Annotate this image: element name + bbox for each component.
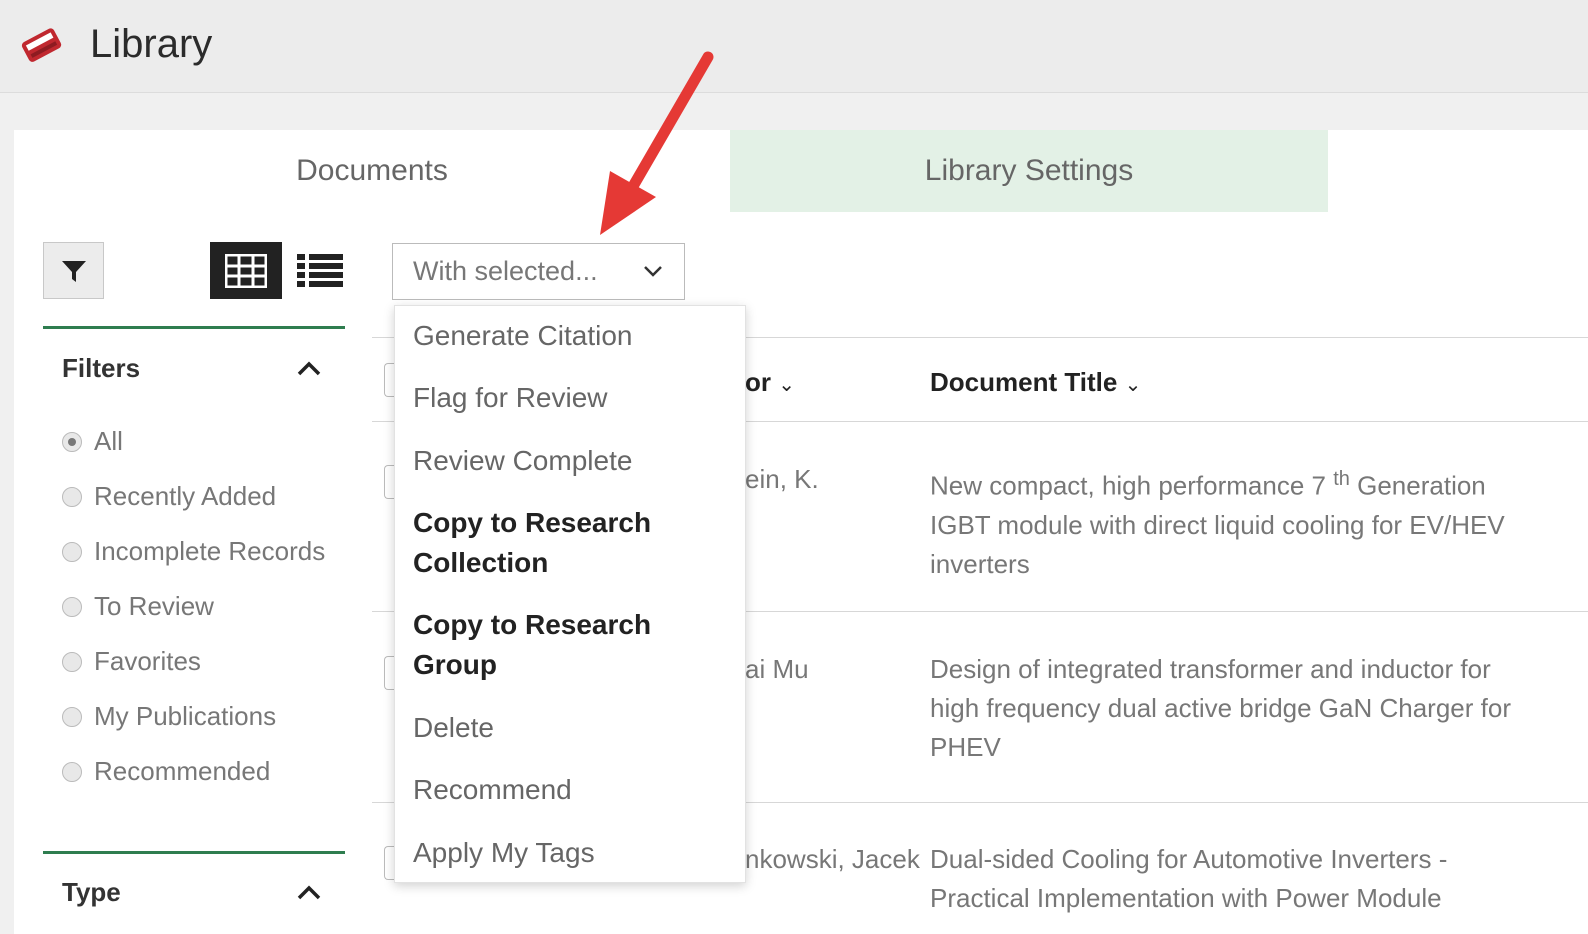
menu-item-review-complete[interactable]: Review Complete bbox=[413, 441, 733, 481]
menu-item-apply-my-tags[interactable]: Apply My Tags bbox=[413, 833, 733, 873]
menu-item-generate-citation[interactable]: Generate Citation bbox=[413, 316, 733, 356]
chevron-up-icon[interactable] bbox=[296, 882, 322, 904]
filter-option-incomplete-records[interactable]: Incomplete Records bbox=[62, 536, 325, 567]
row-title[interactable]: Design of integrated transformer and ind… bbox=[930, 650, 1580, 767]
filter-label: Incomplete Records bbox=[94, 536, 326, 566]
filter-label: Recommended bbox=[94, 756, 271, 786]
menu-item-recommend[interactable]: Recommend bbox=[413, 770, 733, 810]
radio-to-review[interactable] bbox=[62, 596, 82, 617]
radio-favorites[interactable] bbox=[62, 651, 82, 672]
filter-label: Favorites bbox=[94, 646, 201, 676]
type-divider bbox=[43, 851, 345, 854]
menu-item-delete[interactable]: Delete bbox=[413, 708, 733, 748]
grid-view-button[interactable] bbox=[210, 242, 282, 299]
type-title: Type bbox=[62, 877, 121, 907]
row-author: ein, K. bbox=[745, 464, 819, 494]
page-header: Library bbox=[0, 0, 1588, 128]
author-column-header[interactable]: or ⌄ bbox=[745, 367, 795, 398]
list-view-button[interactable] bbox=[290, 242, 350, 299]
with-selected-menu: Generate Citation Flag for Review Review… bbox=[394, 305, 746, 883]
filters-divider bbox=[43, 326, 345, 329]
radio-my-publications[interactable] bbox=[62, 706, 82, 727]
with-selected-label: With selected... bbox=[413, 256, 598, 286]
filter-label: Recently Added bbox=[94, 481, 277, 511]
filter-option-all[interactable]: All bbox=[62, 426, 123, 457]
filter-option-recently-added[interactable]: Recently Added bbox=[62, 481, 276, 512]
tab-library-settings[interactable]: Library Settings bbox=[730, 130, 1328, 212]
filter-icon bbox=[61, 260, 86, 282]
filter-label: To Review bbox=[94, 591, 214, 621]
filter-option-favorites[interactable]: Favorites bbox=[62, 646, 201, 677]
grid-view-icon bbox=[225, 253, 267, 288]
filter-toggle-button[interactable] bbox=[43, 242, 104, 299]
radio-recommended[interactable] bbox=[62, 761, 82, 782]
row-author: ai Mu bbox=[745, 654, 809, 684]
filter-label: My Publications bbox=[94, 701, 277, 731]
with-selected-dropdown[interactable]: With selected... bbox=[392, 243, 685, 300]
list-view-icon bbox=[297, 253, 343, 287]
radio-incomplete-records[interactable] bbox=[62, 541, 82, 562]
filter-option-my-publications[interactable]: My Publications bbox=[62, 701, 276, 732]
row-title[interactable]: Dual-sided Cooling for Automotive Invert… bbox=[930, 840, 1580, 918]
filter-option-recommended[interactable]: Recommended bbox=[62, 756, 270, 787]
filters-title: Filters bbox=[62, 353, 141, 383]
filter-label: All bbox=[94, 426, 123, 456]
book-icon bbox=[21, 28, 62, 62]
radio-recently-added[interactable] bbox=[62, 486, 82, 507]
menu-item-copy-to-research-collection[interactable]: Copy to Research Collection bbox=[413, 503, 733, 583]
chevron-down-icon bbox=[644, 266, 662, 277]
annotation-arrow-icon bbox=[600, 51, 714, 235]
radio-all[interactable] bbox=[62, 431, 82, 452]
page-title: Library bbox=[90, 22, 213, 66]
menu-item-flag-for-review[interactable]: Flag for Review bbox=[413, 378, 733, 418]
filter-option-to-review[interactable]: To Review bbox=[62, 591, 214, 622]
menu-item-copy-to-research-group[interactable]: Copy to Research Group bbox=[413, 605, 733, 685]
row-author: nkowski, Jacek bbox=[745, 844, 920, 874]
title-column-header[interactable]: Document Title ⌄ bbox=[930, 367, 1141, 398]
header-band bbox=[0, 0, 1588, 93]
chevron-up-icon[interactable] bbox=[296, 358, 322, 380]
row-title[interactable]: New compact, high performance 7 th Gener… bbox=[930, 460, 1570, 584]
